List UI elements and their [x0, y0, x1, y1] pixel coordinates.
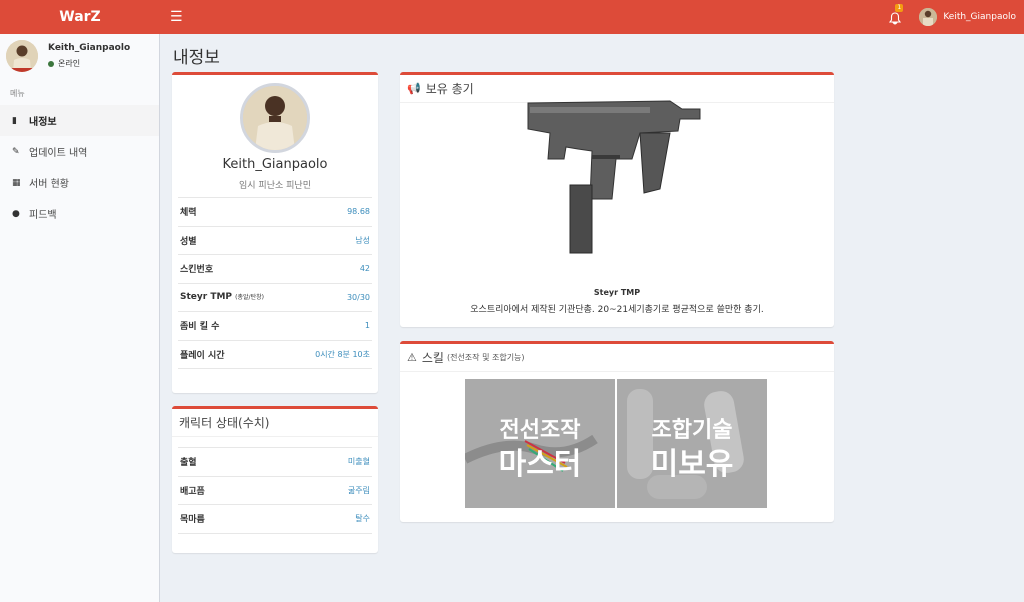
- stat-value-zombie-kills: 1: [364, 321, 370, 331]
- status-value-hunger: 굶주림: [347, 485, 370, 495]
- brand-logo[interactable]: WarZ: [0, 9, 160, 25]
- list-item: Steyr TMP (총알/탄창) 30/30: [178, 284, 372, 312]
- status-label-thirst: 목마름: [180, 515, 205, 526]
- hamburger-icon[interactable]: ☰: [170, 9, 183, 25]
- profile-stats-list: 체력 98.68 성별 남성 스킨번호 42 Steyr TMP (총알/탄창)…: [178, 197, 372, 369]
- sidebar-item-label: 내정보: [29, 117, 57, 128]
- sidebar-item-label: 서버 현황: [29, 179, 69, 190]
- navbar-right: 1 Keith_Gianpaolo: [889, 4, 1024, 26]
- online-status: 온라인: [48, 58, 130, 69]
- menu-header: 메뉴: [10, 89, 25, 98]
- weapons-box: 📢 보유 총기 Steyr TMP 오스트리아에서 제작된 기관단총. 20~2…: [400, 72, 834, 327]
- status-list: 출혈 미출혈 배고픔 굶주림 목마름 탈수: [178, 447, 372, 534]
- stat-label-skin: 스킨번호: [180, 265, 214, 276]
- stat-label-gender: 성별: [180, 236, 197, 247]
- stat-label-health: 체력: [180, 208, 197, 219]
- skill-card-wiring[interactable]: 전선조작 마스터: [465, 379, 615, 508]
- weapon-description: 오스트리아에서 제작된 기관단총. 20~21세기총기로 평균적으로 쓸만한 총…: [470, 305, 764, 315]
- list-item: 목마름 탈수: [178, 505, 372, 534]
- edit-icon: ✎: [12, 146, 20, 157]
- navbar-username[interactable]: Keith_Gianpaolo: [943, 12, 1016, 22]
- profile-rank: 임시 피난소 피난민: [239, 181, 311, 191]
- status-label: 온라인: [58, 59, 81, 68]
- notification-badge: 1: [895, 4, 904, 12]
- skill-card-crafting[interactable]: 조합기술 미보유: [617, 379, 767, 508]
- stat-value-ammo: 30/30: [346, 292, 370, 302]
- list-item: 플레이 시간 0시간 8분 10초: [178, 341, 372, 369]
- top-navbar: WarZ ☰ 1 Keith_Gianpaolo: [0, 0, 1024, 34]
- stat-label-weapon: Steyr TMP (총알/탄창): [180, 292, 264, 302]
- warning-icon: ⚠: [407, 351, 417, 364]
- profile-box: Keith_Gianpaolo 임시 피난소 피난민 체력 98.68 성별 남…: [172, 72, 378, 393]
- list-item: 출혈 미출혈: [178, 448, 372, 477]
- status-value-thirst: 탈수: [355, 514, 370, 524]
- stat-label-zombie-kills: 좀비 킬 수: [180, 322, 220, 333]
- sidebar-item-feedback[interactable]: ● 피드백: [0, 198, 159, 229]
- stat-value-playtime: 0시간 8분 10초: [315, 349, 370, 359]
- sidebar: Keith_Gianpaolo 온라인 메뉴 ▮ 내정보 ✎ 업데이트 내역 ▦…: [0, 34, 160, 602]
- book-icon: ▮: [12, 115, 17, 126]
- profile-name: Keith_Gianpaolo: [222, 157, 328, 172]
- sidebar-item-label: 업데이트 내역: [29, 148, 88, 159]
- box-subtitle: (전선조작 및 조합기능): [446, 353, 525, 362]
- avatar: [6, 40, 38, 72]
- online-dot-icon: [48, 60, 54, 67]
- sidebar-username: Keith_Gianpaolo: [48, 43, 131, 53]
- list-item: 좀비 킬 수 1: [178, 312, 372, 341]
- sidebar-item-label: 피드백: [29, 210, 57, 221]
- weapon-image: [520, 89, 710, 254]
- sidebar-user-panel: Keith_Gianpaolo 온라인: [0, 34, 159, 78]
- stat-label-playtime: 플레이 시간: [180, 350, 225, 361]
- box-header: 캐릭터 상태(수치): [172, 409, 378, 437]
- character-status-box: 캐릭터 상태(수치) 출혈 미출혈 배고픔 굶주림 목마름 탈수: [172, 406, 378, 553]
- box-title: 캐릭터 상태(수치): [179, 416, 270, 430]
- sidebar-item-my-info[interactable]: ▮ 내정보: [0, 105, 159, 136]
- weapon-label-note: (총알/탄창): [235, 294, 264, 302]
- bullhorn-icon: 📢: [407, 82, 421, 95]
- avatar[interactable]: [919, 8, 938, 26]
- sidebar-item-server-status[interactable]: ▦ 서버 현황: [0, 167, 159, 198]
- weapon-name: Steyr TMP: [593, 288, 641, 297]
- sidebar-item-updates[interactable]: ✎ 업데이트 내역: [0, 136, 159, 167]
- grid-icon: ▦: [12, 177, 21, 188]
- box-title: 스킬: [421, 351, 444, 365]
- list-item: 스킨번호 42: [178, 255, 372, 284]
- stat-value-gender: 남성: [355, 235, 370, 245]
- status-value-bleeding: 미출혈: [347, 457, 370, 467]
- list-item: 체력 98.68: [178, 198, 372, 227]
- comment-icon: ●: [12, 208, 20, 219]
- list-item: 배고픔 굶주림: [178, 477, 372, 505]
- stat-value-health: 98.68: [347, 207, 370, 217]
- list-item: 성별 남성: [178, 227, 372, 255]
- stat-value-skin: 42: [359, 264, 370, 274]
- page-title: 내정보: [173, 48, 220, 68]
- skill-level: 미보유: [650, 447, 734, 482]
- weapon-label: Steyr TMP: [180, 292, 233, 303]
- box-header: ⚠ 스킬 (전선조작 및 조합기능): [400, 344, 834, 372]
- skill-level: 마스터: [498, 447, 582, 482]
- profile-avatar: [240, 83, 310, 153]
- box-title: 보유 총기: [425, 82, 474, 96]
- status-label-hunger: 배고픔: [180, 486, 205, 497]
- status-label-bleeding: 출혈: [180, 458, 197, 469]
- bell-icon[interactable]: 1: [889, 4, 904, 25]
- skills-box: ⚠ 스킬 (전선조작 및 조합기능) 전선조작 마스터 조합기술 미보유: [400, 341, 834, 522]
